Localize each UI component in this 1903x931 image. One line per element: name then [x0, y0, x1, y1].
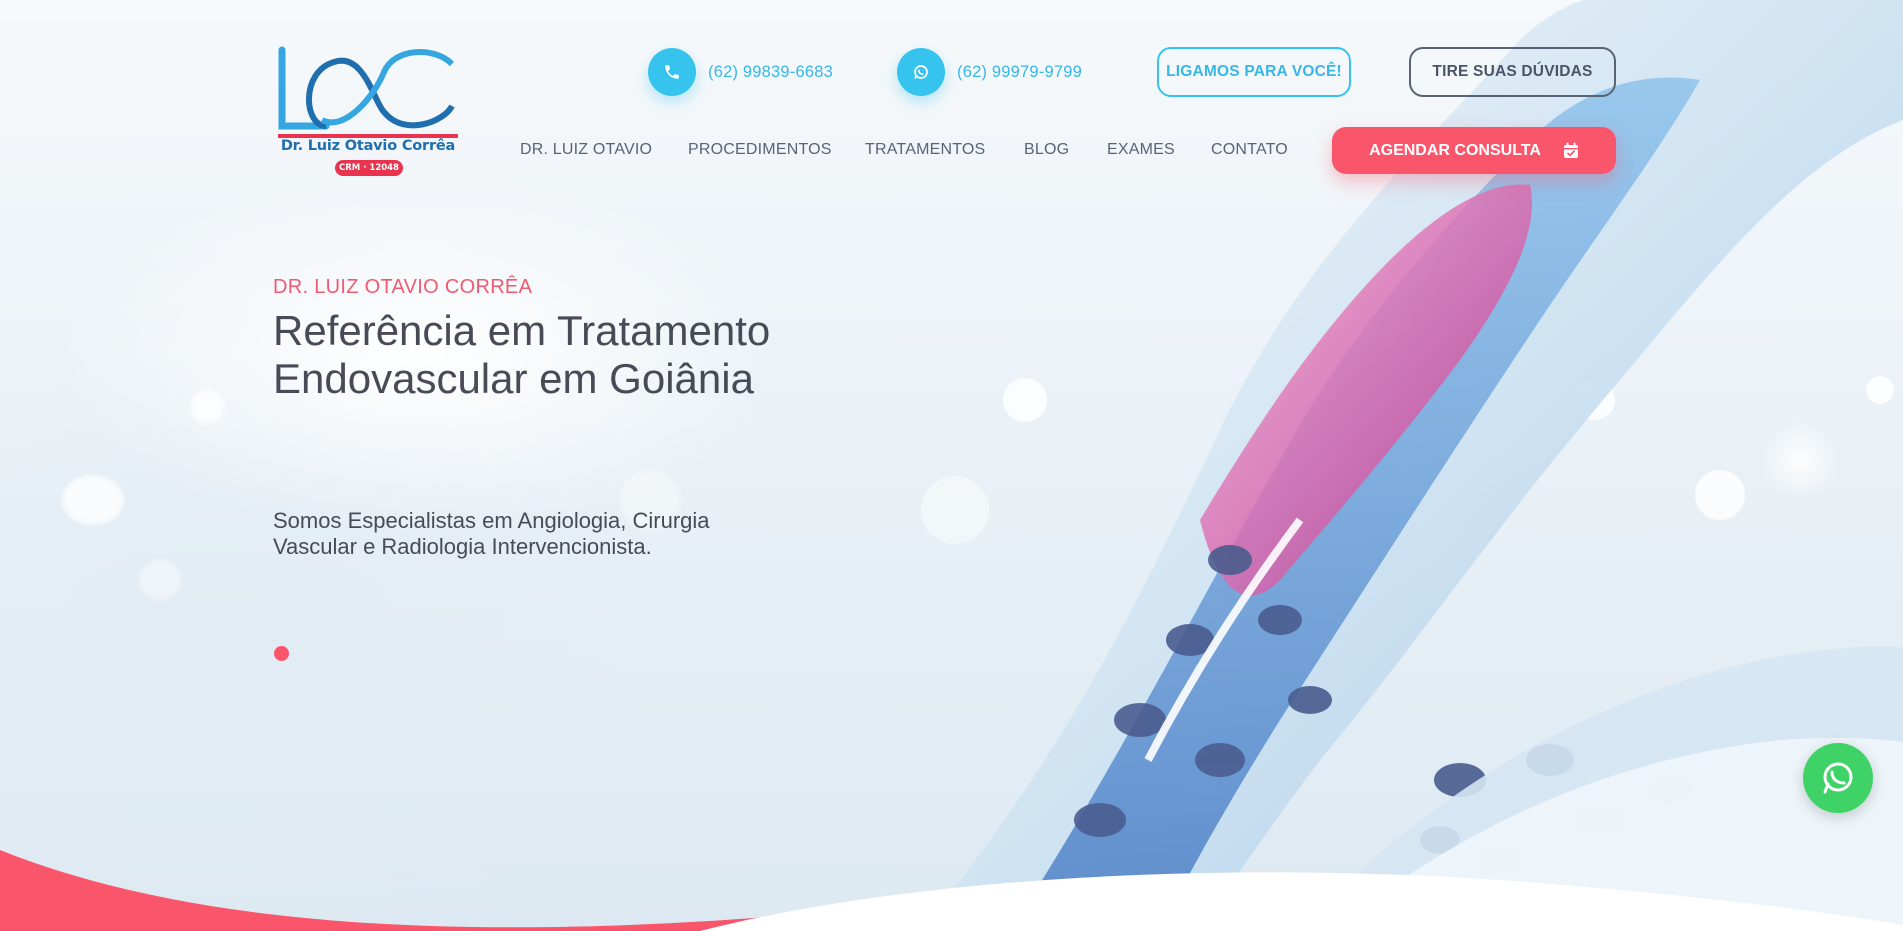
nav-item-dr-luiz-otavio[interactable]: DR. LUIZ OTAVIO	[520, 141, 688, 159]
bokeh-light	[140, 560, 180, 600]
logo[interactable]: Dr. Luiz Otavio Corrêa CRM · 12048	[274, 42, 462, 180]
whatsapp-contact[interactable]: (62) 99979-9799	[897, 48, 1082, 96]
questions-button[interactable]: TIRE SUAS DÚVIDAS	[1409, 47, 1616, 97]
logo-doctor-name: Dr. Luiz Otavio Corrêa	[280, 138, 456, 154]
schedule-appointment-button[interactable]: AGENDAR CONSULTA	[1332, 127, 1616, 174]
phone-number[interactable]: (62) 99839-6683	[708, 63, 833, 82]
phone-contact[interactable]: (62) 99839-6683	[648, 48, 833, 96]
bottom-wave-decoration	[0, 850, 1903, 931]
nav-item-procedimentos[interactable]: PROCEDIMENTOS	[688, 141, 865, 159]
whatsapp-icon	[1823, 762, 1853, 794]
whatsapp-icon	[897, 48, 945, 96]
site-header: Dr. Luiz Otavio Corrêa CRM · 12048 (62) …	[0, 0, 1903, 200]
main-nav: DR. LUIZ OTAVIO PROCEDIMENTOS TRATAMENTO…	[520, 141, 1288, 159]
floating-whatsapp-button[interactable]	[1803, 743, 1873, 813]
nav-item-exames[interactable]: EXAMES	[1107, 141, 1211, 159]
callback-button[interactable]: LIGAMOS PARA VOCÊ!	[1157, 47, 1351, 97]
hero-subtitle: Somos Especialistas em Angiologia, Cirur…	[273, 508, 710, 559]
loc-monogram-icon	[278, 46, 458, 138]
schedule-appointment-label: AGENDAR CONSULTA	[1369, 141, 1541, 159]
bokeh-light	[62, 475, 124, 525]
slider-dot-active[interactable]	[274, 646, 289, 661]
bokeh-light	[190, 390, 224, 424]
phone-icon	[648, 48, 696, 96]
logo-crm-badge: CRM · 12048	[335, 160, 403, 176]
calendar-check-icon	[1563, 142, 1578, 158]
nav-item-blog[interactable]: BLOG	[1024, 141, 1107, 159]
hero-headline: Referência em Tratamento Endovascular em…	[273, 307, 771, 402]
nav-item-contato[interactable]: CONTATO	[1211, 141, 1288, 159]
hero-kicker: DR. LUIZ OTAVIO CORRÊA	[273, 276, 533, 298]
nav-item-tratamentos[interactable]: TRATAMENTOS	[865, 141, 1024, 159]
whatsapp-number[interactable]: (62) 99979-9799	[957, 63, 1082, 82]
